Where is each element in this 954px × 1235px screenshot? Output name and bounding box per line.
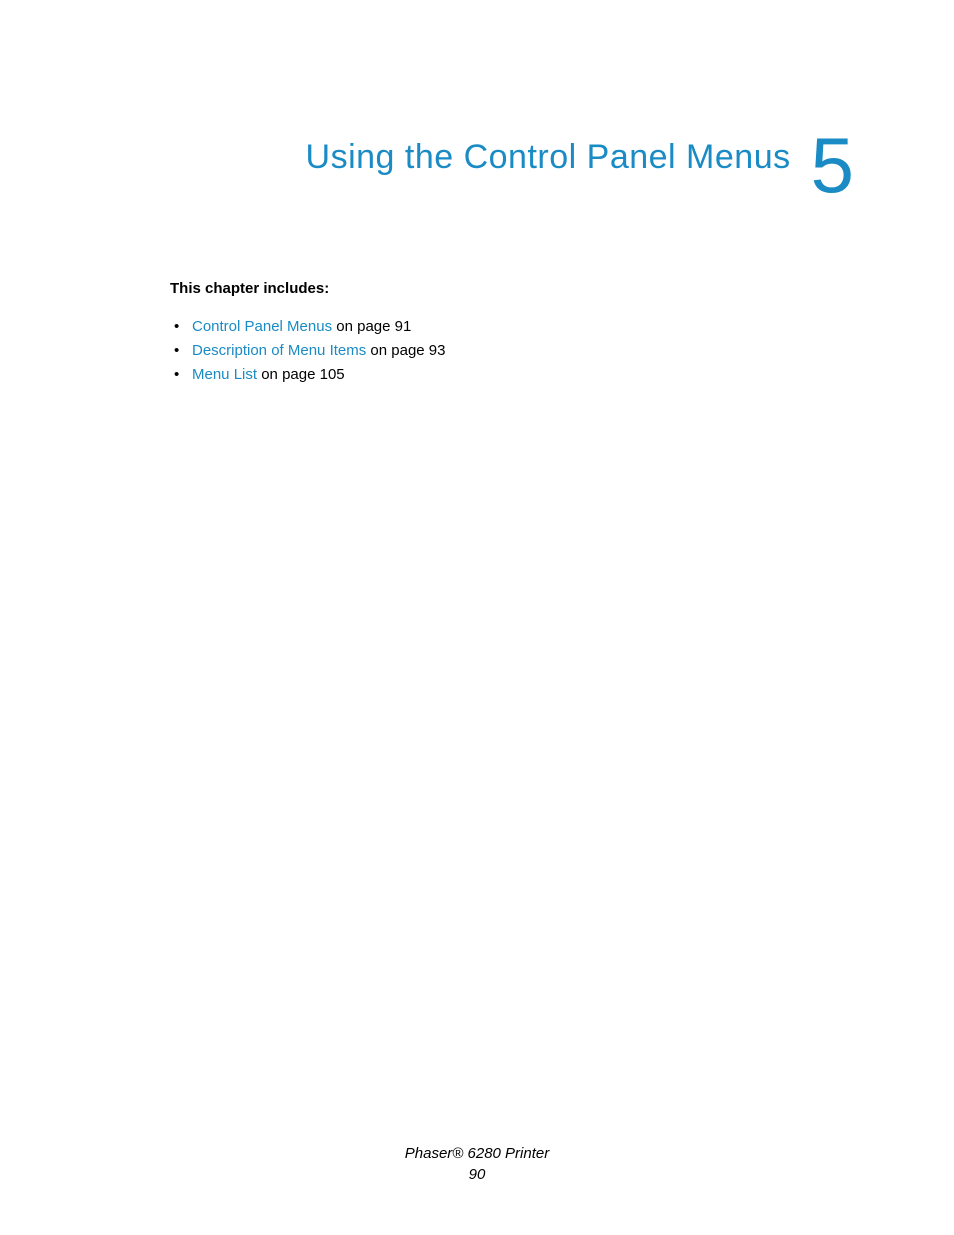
list-item: Menu List on page 105 [192, 363, 854, 387]
toc-link-description-menu-items[interactable]: Description of Menu Items [192, 342, 366, 359]
page-footer: Phaser® 6280 Printer 90 [0, 1143, 954, 1185]
document-page: Using the Control Panel Menus 5 This cha… [0, 0, 954, 1235]
intro-text: This chapter includes: [170, 280, 854, 297]
footer-page-number: 90 [0, 1164, 954, 1185]
list-item: Description of Menu Items on page 93 [192, 339, 854, 363]
chapter-number: 5 [811, 130, 854, 200]
toc-list: Control Panel Menus on page 91 Descripti… [170, 315, 854, 387]
toc-suffix: on page 91 [332, 318, 411, 335]
toc-link-menu-list[interactable]: Menu List [192, 366, 257, 383]
toc-link-control-panel-menus[interactable]: Control Panel Menus [192, 318, 332, 335]
chapter-header: Using the Control Panel Menus 5 [170, 130, 854, 200]
list-item: Control Panel Menus on page 91 [192, 315, 854, 339]
toc-suffix: on page 93 [366, 342, 445, 359]
toc-suffix: on page 105 [257, 366, 345, 383]
chapter-title: Using the Control Panel Menus [306, 138, 791, 177]
footer-product: Phaser® 6280 Printer [0, 1143, 954, 1164]
